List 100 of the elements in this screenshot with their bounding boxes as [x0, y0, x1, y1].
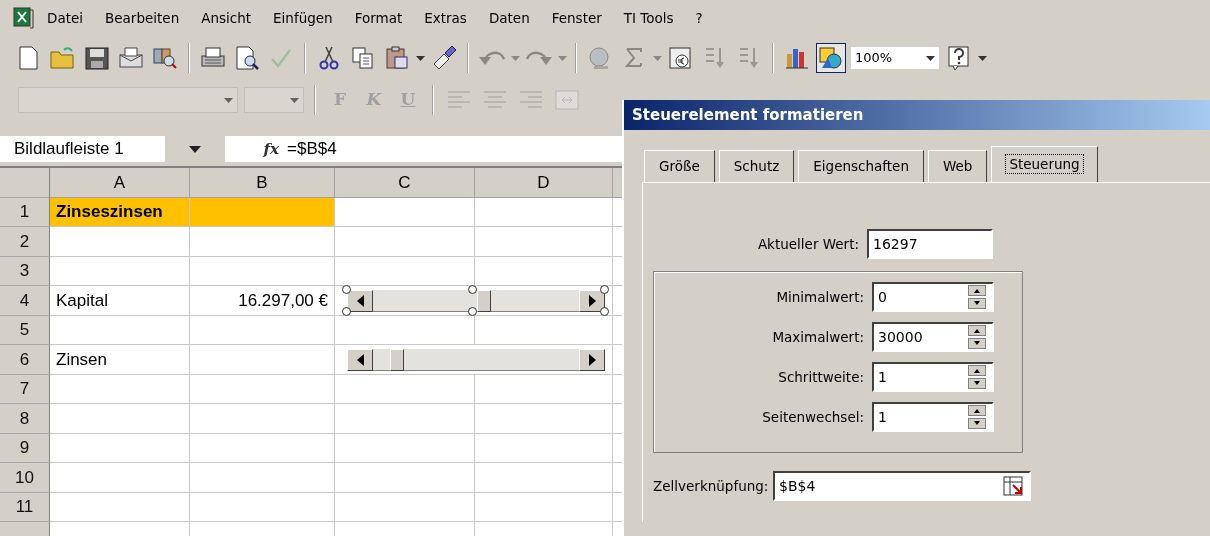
row-header[interactable]: 11: [0, 492, 50, 522]
menu-item[interactable]: Ansicht: [190, 5, 263, 31]
spreadsheet-app-icon[interactable]: [12, 6, 36, 30]
row-header[interactable]: 4: [0, 286, 50, 316]
spreadsheet-cell[interactable]: [335, 404, 475, 434]
spreadsheet-cell[interactable]: [475, 256, 613, 286]
row-header[interactable]: 9: [0, 433, 50, 463]
spreadsheet-cell[interactable]: [50, 227, 190, 257]
spin-field[interactable]: 1: [872, 402, 994, 432]
spreadsheet-cell[interactable]: [190, 433, 335, 463]
scroll-left-button[interactable]: [347, 349, 373, 371]
resize-handle[interactable]: [342, 285, 351, 294]
spin-field[interactable]: 0: [872, 282, 994, 312]
spreadsheet-cell[interactable]: [190, 197, 335, 227]
column-header[interactable]: D: [475, 168, 613, 198]
menu-item[interactable]: TI Tools: [612, 5, 685, 31]
spreadsheet-cell[interactable]: [190, 404, 335, 434]
dialog-tab[interactable]: Eigenschaften: [798, 150, 924, 182]
spreadsheet-cell[interactable]: [475, 433, 613, 463]
scroll-thumb[interactable]: [390, 349, 405, 371]
row-header[interactable]: 2: [0, 227, 50, 257]
dialog-tab[interactable]: Steuerung: [991, 146, 1098, 182]
spreadsheet-cell[interactable]: [50, 463, 190, 493]
resize-handle[interactable]: [468, 285, 477, 294]
scroll-bar-control[interactable]: [347, 349, 605, 371]
row-header[interactable]: 10: [0, 463, 50, 493]
scroll-thumb[interactable]: [476, 290, 491, 312]
spreadsheet-cell[interactable]: [475, 315, 613, 345]
name-box[interactable]: Bildlaufleiste 1: [0, 136, 165, 162]
spreadsheet-cell[interactable]: [190, 492, 335, 522]
spreadsheet-cell[interactable]: [190, 345, 335, 375]
menu-item[interactable]: Fenster: [540, 5, 613, 31]
spreadsheet-cell[interactable]: [50, 315, 190, 345]
menu-item[interactable]: ?: [684, 5, 714, 31]
menu-item[interactable]: Einfügen: [262, 5, 344, 31]
row-header[interactable]: 5: [0, 315, 50, 345]
spreadsheet-cell[interactable]: [190, 374, 335, 404]
spreadsheet-cell[interactable]: [475, 404, 613, 434]
scroll-left-button[interactable]: [347, 290, 373, 312]
dialog-tab[interactable]: Web: [927, 150, 988, 182]
row-header[interactable]: 3: [0, 256, 50, 286]
spreadsheet-cell[interactable]: [475, 227, 613, 257]
scroll-right-button[interactable]: [579, 290, 605, 312]
menu-item[interactable]: Bearbeiten: [94, 5, 191, 31]
spin-field[interactable]: 30000: [872, 322, 994, 352]
spreadsheet-cell[interactable]: [335, 315, 475, 345]
dialog-tab[interactable]: Schutz: [718, 150, 795, 182]
dialog-tab[interactable]: Größe: [644, 150, 715, 182]
spreadsheet-cell[interactable]: [335, 463, 475, 493]
row-header[interactable]: 1: [0, 197, 50, 227]
column-header[interactable]: A: [50, 168, 190, 198]
spreadsheet-cell[interactable]: [335, 197, 475, 227]
spreadsheet-cell[interactable]: [190, 463, 335, 493]
spreadsheet-cell[interactable]: [335, 345, 613, 375]
spreadsheet-cell[interactable]: [50, 374, 190, 404]
menu-item[interactable]: Daten: [477, 5, 541, 31]
scroll-bar-control[interactable]: [347, 290, 605, 312]
menu-item[interactable]: Datei: [36, 5, 95, 31]
scroll-right-button[interactable]: [579, 349, 605, 371]
spin-down-icon: [968, 378, 986, 389]
column-header[interactable]: B: [190, 168, 335, 198]
spreadsheet-cell[interactable]: [335, 256, 475, 286]
menu-item[interactable]: Extras: [413, 5, 478, 31]
spreadsheet-cell[interactable]: [190, 315, 335, 345]
spreadsheet-cell[interactable]: [50, 433, 190, 463]
menu-item[interactable]: Format: [343, 5, 414, 31]
row-header[interactable]: 7: [0, 374, 50, 404]
row-header[interactable]: 8: [0, 404, 50, 434]
spin-up-icon: [968, 365, 986, 376]
current-value-field[interactable]: 16297: [867, 229, 993, 259]
resize-handle[interactable]: [468, 307, 477, 316]
spreadsheet-cell[interactable]: [475, 374, 613, 404]
row-header[interactable]: 6: [0, 345, 50, 375]
spreadsheet-cell[interactable]: [335, 374, 475, 404]
spreadsheet-cell[interactable]: [50, 492, 190, 522]
spreadsheet-cell[interactable]: Kapital: [50, 286, 190, 316]
resize-handle[interactable]: [600, 285, 609, 294]
spreadsheet-cell[interactable]: [335, 227, 475, 257]
spreadsheet-cell[interactable]: Zinseszinsen: [50, 197, 190, 227]
spreadsheet-cell[interactable]: [475, 197, 613, 227]
spreadsheet-cell[interactable]: [190, 256, 335, 286]
zoom-combo[interactable]: 100%: [850, 46, 940, 70]
spreadsheet-cell[interactable]: [335, 286, 613, 316]
spreadsheet-cell[interactable]: 16.297,00 €: [190, 286, 335, 316]
spreadsheet-cell[interactable]: [50, 256, 190, 286]
cell-link-field[interactable]: $B$4: [773, 471, 1031, 501]
spreadsheet-cell[interactable]: [50, 404, 190, 434]
right-arrow-icon: [588, 354, 596, 366]
spreadsheet-cell[interactable]: [190, 227, 335, 257]
function-label[interactable]: fx: [229, 137, 279, 161]
column-header[interactable]: C: [335, 168, 475, 198]
spreadsheet-cell[interactable]: [475, 492, 613, 522]
spreadsheet-cell[interactable]: [335, 492, 475, 522]
colorful-shapes-button[interactable]: [816, 43, 846, 73]
spreadsheet-cell[interactable]: Zinsen: [50, 345, 190, 375]
resize-handle[interactable]: [342, 307, 351, 316]
spreadsheet-cell[interactable]: [335, 433, 475, 463]
resize-handle[interactable]: [600, 307, 609, 316]
spreadsheet-cell[interactable]: [475, 463, 613, 493]
spin-field[interactable]: 1: [872, 362, 994, 392]
